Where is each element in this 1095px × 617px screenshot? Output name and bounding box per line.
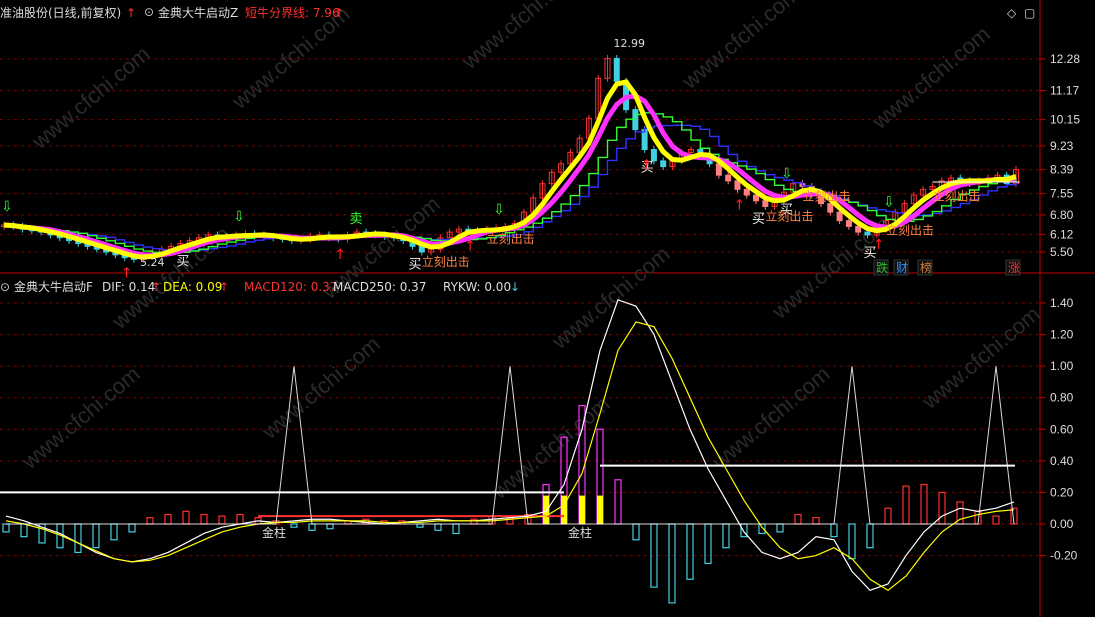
dif-up-icon: ↑ (151, 280, 162, 294)
price-tick-label: 12.28 (1050, 52, 1080, 66)
rykw-down-icon: ↓ (510, 280, 521, 294)
candle-body (753, 194, 760, 202)
value-tick-label: 0.20 (1050, 485, 1074, 499)
candle-body (762, 200, 769, 207)
buy-arrow-icon: ↑ (464, 239, 476, 255)
strike-label: 立刻出击 (422, 254, 470, 269)
window-icon[interactable]: ▢ (1024, 6, 1035, 20)
boundary-up-icon: ↑ (334, 6, 345, 20)
buy-arrow-icon: ↑ (334, 247, 346, 263)
price-tick-label: 7.55 (1050, 187, 1074, 201)
buy-label: 买 (176, 254, 189, 269)
sell-label: 卖 (350, 212, 363, 227)
gold-bar (579, 495, 585, 524)
value-tick-label: 1.40 (1050, 296, 1074, 310)
dea-label: DEA: 0.09 (163, 280, 223, 294)
buy-label: 买 (752, 212, 765, 227)
sell-arrow-icon: ⇩ (1, 199, 13, 215)
candle-body (827, 203, 834, 213)
badge-0: 跌 (876, 260, 888, 275)
gold-bar (561, 495, 567, 524)
buy-label: 买 (409, 257, 422, 272)
gold-bar (597, 495, 603, 524)
diamond-icon[interactable]: ◇ (1007, 6, 1016, 20)
badge-3: 涨 (1008, 260, 1020, 275)
candle-body (734, 180, 741, 190)
macd120-label: MACD120: 0.37 (244, 280, 338, 294)
price-tick-label: 10.15 (1050, 113, 1080, 127)
candle-body (660, 160, 667, 168)
candle-body (613, 57, 620, 82)
indicator-z-name[interactable]: 金典大牛启动Z (158, 6, 238, 20)
strike-label: 立刻出击 (886, 223, 934, 238)
strike-label: 立刻出击 (932, 189, 980, 204)
low-price-label: 5.24 (140, 256, 165, 269)
candle-body (855, 225, 862, 233)
badge-2: 榜 (920, 260, 932, 275)
candle-body (864, 231, 871, 236)
sell-arrow-icon: ⇩ (781, 166, 793, 182)
value-tick-label: -0.20 (1050, 549, 1078, 563)
strike-label: 立刻出击 (765, 208, 813, 223)
collapse-icon[interactable]: ⊙ (144, 5, 154, 19)
sell-arrow-icon: ⇩ (883, 195, 895, 211)
sell-arrow-icon: ⇩ (233, 209, 245, 225)
chart-canvas[interactable]: www.cfchi.com www.cfchi.com www.cfchi.com w… (0, 0, 1095, 617)
value-tick-label: 0.40 (1050, 454, 1074, 468)
candle-body (725, 174, 732, 182)
price-tick-label: 8.39 (1050, 163, 1074, 177)
buy-arrow-icon: ↑ (641, 158, 653, 174)
value-tick-label: 1.00 (1050, 359, 1074, 373)
value-tick-label: 0.80 (1050, 391, 1074, 405)
candle-body (836, 211, 843, 222)
boundary-label: 短牛分界线: 7.96 (245, 6, 340, 20)
dif-label: DIF: 0.14 (102, 280, 156, 294)
strike-label: 立刻出击 (802, 189, 850, 204)
value-tick-label: 0.60 (1050, 422, 1074, 436)
sell-arrow-icon: ⇩ (493, 202, 505, 218)
indicator-f-name[interactable]: 金典大牛启动F (14, 280, 93, 294)
gold-bar (543, 495, 549, 524)
buy-arrow-icon: ↑ (733, 197, 745, 213)
price-tick-label: 5.50 (1050, 245, 1074, 259)
price-tick-label: 6.80 (1050, 208, 1074, 222)
candle-body (845, 220, 852, 227)
strike-label: 立刻出击 (487, 231, 535, 246)
gold-bar-label: 金柱 (262, 525, 286, 540)
gold-bar-label: 金柱 (568, 525, 592, 540)
peak-price-label: 12.99 (613, 37, 645, 50)
collapse-icon-2[interactable]: ⊙ (0, 280, 10, 294)
rykw-label: RYKW: 0.00 (443, 280, 512, 294)
value-tick-label: 0.00 (1050, 517, 1074, 531)
dea-up-icon: ↑ (219, 280, 230, 294)
stock-title: 准油股份(日线,前复权) (0, 6, 122, 20)
price-tick-label: 9.23 (1050, 139, 1074, 153)
macd250-label: MACD250: 0.37 (333, 280, 427, 294)
value-tick-label: 1.20 (1050, 328, 1074, 342)
price-tick-label: 6.12 (1050, 227, 1074, 241)
buy-arrow-icon: ↑ (873, 237, 885, 253)
up-arrow-icon: ↑ (126, 6, 137, 20)
price-tick-label: 11.17 (1050, 84, 1079, 98)
candle-body (743, 188, 750, 196)
badge-1: 财 (896, 261, 908, 275)
